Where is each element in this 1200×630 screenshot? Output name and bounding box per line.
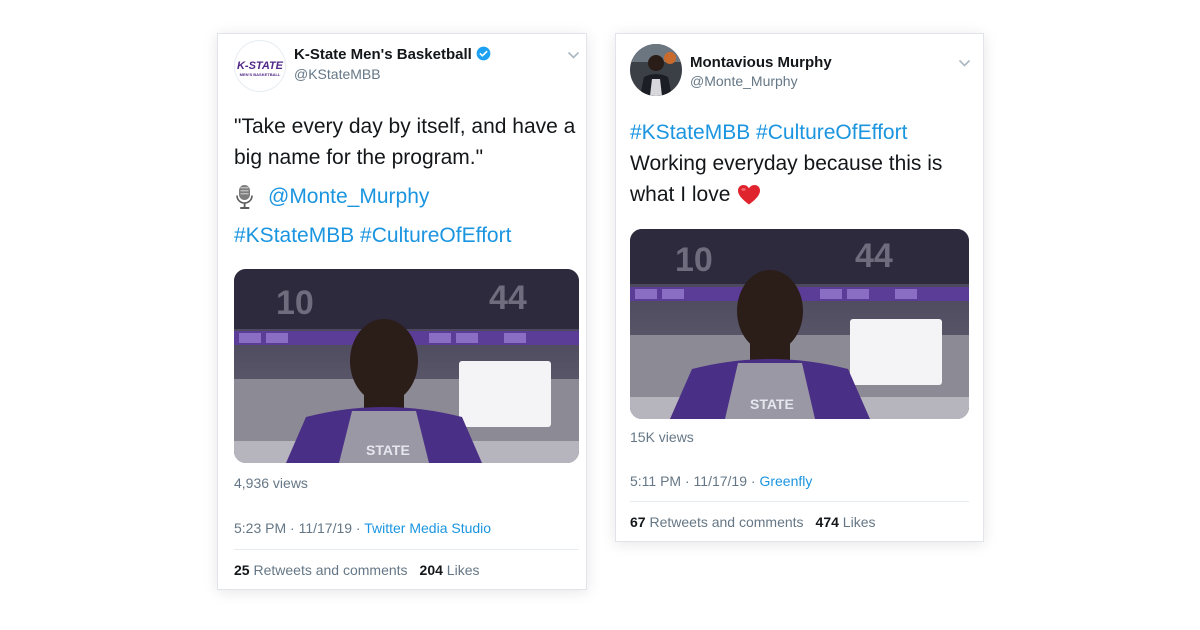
timestamp-text[interactable]: 5:23 PM · 11/17/19 · <box>234 520 364 536</box>
timestamp[interactable]: 5:23 PM · 11/17/19 · Twitter Media Studi… <box>234 520 491 536</box>
display-name-text[interactable]: K-State Men's Basketball <box>294 46 472 63</box>
retweets-label[interactable]: Retweets and comments <box>253 562 407 578</box>
tweet-text-line: what I love <box>630 183 731 206</box>
display-name[interactable]: Montavious Murphy <box>690 54 832 71</box>
kstate-logo-icon: K-STATE MEN'S BASKETBALL <box>237 60 284 77</box>
tweet-card-kstate[interactable]: K-STATE MEN'S BASKETBALL K-State Men's B… <box>217 33 587 590</box>
svg-text:STATE: STATE <box>750 396 794 412</box>
video-frame-icon: 10 44 STATE <box>630 229 969 419</box>
tweet-text-line: "Take every day by itself, and have a <box>234 115 576 138</box>
tweet-text-line-with-emoji: what I love <box>630 179 975 210</box>
divider <box>234 549 579 550</box>
retweets-count[interactable]: 67 <box>630 514 646 530</box>
likes-label[interactable]: Likes <box>843 514 876 530</box>
verified-badge-icon <box>476 46 491 61</box>
tweet-card-monte[interactable]: Montavious Murphy @Monte_Murphy #KStateM… <box>615 33 984 542</box>
likes-count[interactable]: 474 <box>816 514 839 530</box>
view-count: 4,936 views <box>234 475 308 491</box>
mention-link[interactable]: @Monte_Murphy <box>268 181 429 212</box>
svg-text:STATE: STATE <box>366 442 410 458</box>
svg-text:10: 10 <box>675 241 713 279</box>
timestamp-text[interactable]: 5:11 PM · 11/17/19 · <box>630 473 759 489</box>
video-frame-icon: 10 44 STATE <box>234 269 579 463</box>
retweets-count[interactable]: 25 <box>234 562 250 578</box>
tweet-text-line: big name for the program." <box>234 146 484 169</box>
svg-text:10: 10 <box>276 284 314 322</box>
hashtag-links[interactable]: #KStateMBB #CultureOfEffort <box>234 220 579 251</box>
source-link[interactable]: Greenfly <box>759 473 812 489</box>
engagement-stats: 67 Retweets and comments 474 Likes <box>630 514 875 530</box>
timestamp[interactable]: 5:11 PM · 11/17/19 · Greenfly <box>630 473 812 489</box>
chevron-down-icon[interactable] <box>567 51 580 60</box>
video-thumbnail[interactable]: 10 44 STATE <box>630 229 969 419</box>
tweet-text-line: Working everyday because this is <box>630 152 943 175</box>
svg-text:MEN'S BASKETBALL: MEN'S BASKETBALL <box>240 72 281 77</box>
display-name[interactable]: K-State Men's Basketball <box>294 46 491 63</box>
view-count: 15K views <box>630 429 694 445</box>
hashtag-links[interactable]: #KStateMBB #CultureOfEffort <box>630 117 975 148</box>
handle[interactable]: @Monte_Murphy <box>690 73 798 89</box>
microphone-icon <box>236 184 253 209</box>
profile-photo-icon <box>630 44 682 96</box>
chevron-down-icon[interactable] <box>958 59 971 68</box>
svg-text:K-STATE: K-STATE <box>237 60 284 72</box>
likes-count[interactable]: 204 <box>420 562 443 578</box>
likes-label[interactable]: Likes <box>447 562 480 578</box>
retweets-label[interactable]: Retweets and comments <box>649 514 803 530</box>
mention-line: @Monte_Murphy <box>234 181 579 212</box>
tweet-text: "Take every day by itself, and have a bi… <box>234 111 579 251</box>
avatar[interactable] <box>630 44 682 96</box>
engagement-stats: 25 Retweets and comments 204 Likes <box>234 562 479 578</box>
video-thumbnail[interactable]: 10 44 STATE <box>234 269 579 463</box>
handle[interactable]: @KStateMBB <box>294 66 381 82</box>
red-heart-icon <box>738 184 761 204</box>
svg-text:44: 44 <box>855 237 893 275</box>
divider <box>630 501 969 502</box>
tweet-text: #KStateMBB #CultureOfEffort Working ever… <box>630 117 975 210</box>
source-link[interactable]: Twitter Media Studio <box>364 520 491 536</box>
svg-text:44: 44 <box>489 279 527 317</box>
avatar[interactable]: K-STATE MEN'S BASKETBALL <box>234 40 286 92</box>
